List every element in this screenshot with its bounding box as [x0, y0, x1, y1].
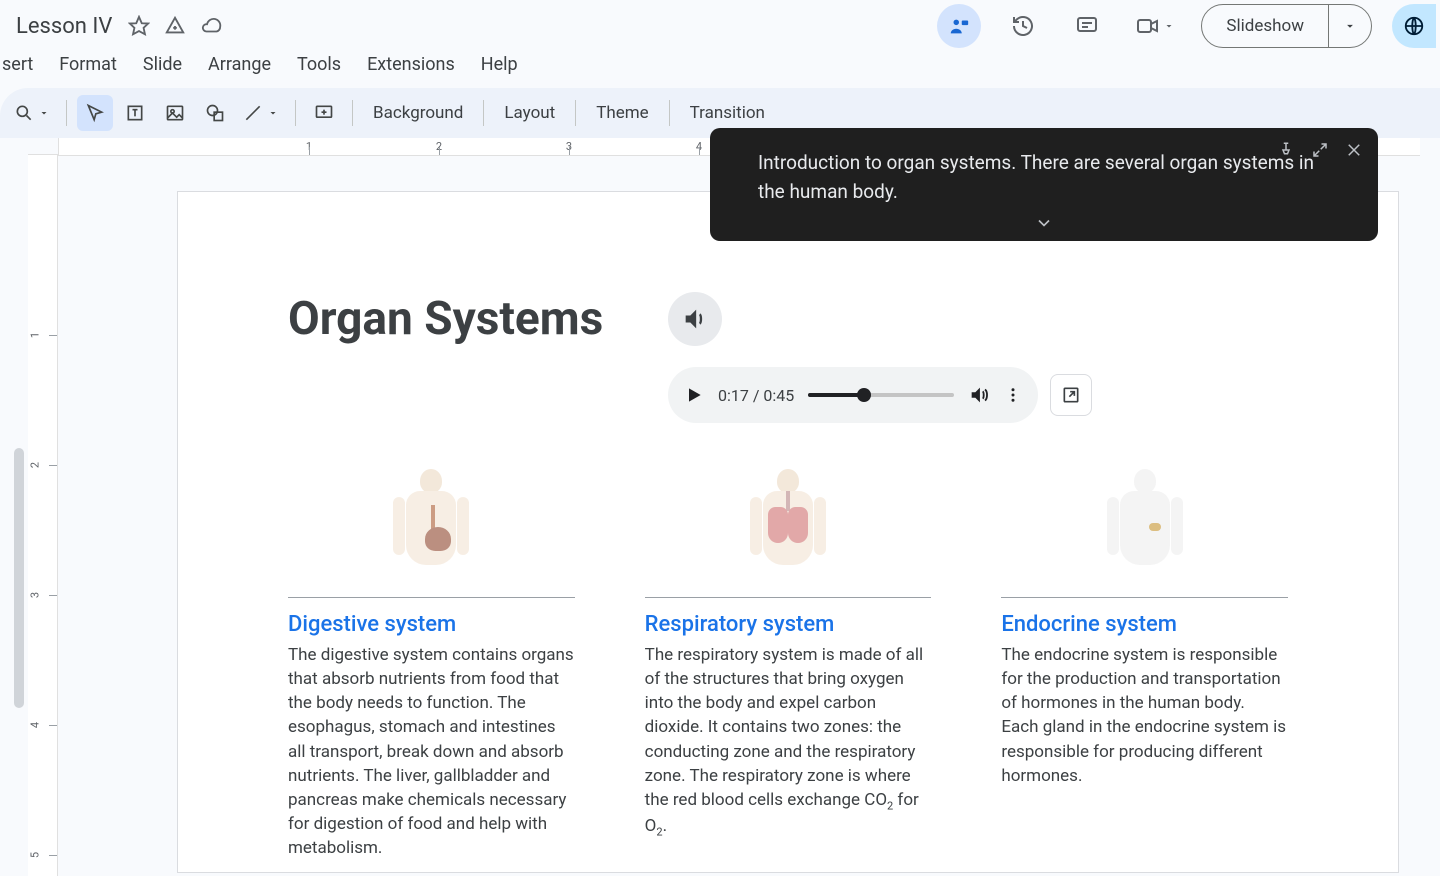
cloud-icon[interactable]	[200, 15, 222, 37]
slideshow-label[interactable]: Slideshow	[1202, 5, 1329, 47]
menu-tools[interactable]: Tools	[295, 50, 343, 79]
toolbar-separator	[295, 100, 296, 126]
audio-time: 0:17 / 0:45	[718, 386, 794, 405]
title-bar: Lesson IV Slideshow	[0, 0, 1440, 44]
column-heading: Digestive system	[288, 612, 575, 637]
zoom-tool[interactable]	[8, 95, 56, 131]
menu-extensions[interactable]: Extensions	[365, 50, 457, 79]
play-icon[interactable]	[684, 385, 704, 405]
columns: Digestive system The digestive system co…	[288, 470, 1288, 860]
ruler-mark: 1	[29, 332, 42, 338]
ruler-mark: 3	[29, 592, 42, 598]
menu-slide[interactable]: Slide	[141, 50, 184, 79]
slideshow-dropdown[interactable]	[1329, 5, 1371, 47]
close-icon[interactable]	[1344, 140, 1364, 160]
column-heading: Endocrine system	[1001, 612, 1288, 637]
line-tool[interactable]	[237, 95, 285, 131]
menu-help[interactable]: Help	[479, 50, 520, 79]
toolbar-separator	[483, 100, 484, 126]
history-icon[interactable]	[1001, 4, 1045, 48]
scrollbar-thumb[interactable]	[14, 448, 24, 708]
slide-title[interactable]: Organ Systems	[288, 292, 1288, 346]
menu-format[interactable]: Format	[57, 50, 119, 79]
column-heading: Respiratory system	[645, 612, 932, 637]
volume-icon[interactable]	[968, 384, 990, 406]
ruler-mark: 5	[29, 852, 42, 858]
more-icon[interactable]	[1004, 386, 1022, 404]
respiratory-image	[645, 470, 932, 598]
ruler-mark: 2	[29, 462, 42, 468]
menu-arrange[interactable]: Arrange	[206, 50, 273, 79]
popout-icon[interactable]	[1050, 374, 1092, 416]
audio-seek[interactable]	[808, 393, 954, 397]
star-icon[interactable]	[128, 15, 150, 37]
document-title[interactable]: Lesson IV	[10, 12, 118, 41]
chevron-down-icon[interactable]	[1034, 213, 1054, 233]
slideshow-button[interactable]: Slideshow	[1201, 4, 1372, 48]
toolbar-theme[interactable]: Theme	[586, 103, 658, 123]
endocrine-image	[1001, 470, 1288, 598]
comment-add-tool[interactable]	[306, 95, 342, 131]
title-icon-group	[128, 15, 222, 37]
presenter-icon[interactable]	[937, 4, 981, 48]
vertical-ruler[interactable]: 1 2 3 4 5	[28, 154, 58, 876]
caption-text: Introduction to organ systems. There are…	[758, 148, 1330, 207]
column-digestive[interactable]: Digestive system The digestive system co…	[288, 470, 575, 860]
menu-insert[interactable]: sert	[0, 50, 35, 79]
menu-bar: sert Format Slide Arrange Tools Extensio…	[0, 44, 1440, 88]
column-body: The digestive system contains organs tha…	[288, 643, 575, 860]
toolbar-separator	[575, 100, 576, 126]
digestive-image	[288, 470, 575, 598]
audio-chip-icon[interactable]	[668, 292, 722, 346]
expand-icon[interactable]	[1310, 140, 1330, 160]
toolbar-separator	[66, 100, 67, 126]
toolbar-separator	[352, 100, 353, 126]
toolbar-separator	[669, 100, 670, 126]
column-body: The endocrine system is responsible for …	[1001, 643, 1288, 788]
image-tool[interactable]	[157, 95, 193, 131]
ruler-mark: 4	[29, 722, 42, 728]
caption-overlay: Introduction to organ systems. There are…	[710, 128, 1378, 241]
header-right-cluster: Slideshow	[937, 4, 1430, 48]
move-icon[interactable]	[164, 15, 186, 37]
toolbar-layout[interactable]: Layout	[494, 103, 565, 123]
share-globe-icon[interactable]	[1392, 4, 1436, 48]
audio-player: 0:17 / 0:45	[668, 367, 1038, 423]
canvas-area[interactable]: Organ Systems 0:17 / 0:45	[58, 156, 1440, 876]
column-endocrine[interactable]: Endocrine system The endocrine system is…	[1001, 470, 1288, 860]
column-respiratory[interactable]: Respiratory system The respiratory syste…	[645, 470, 932, 860]
comments-icon[interactable]	[1065, 4, 1109, 48]
toolbar-transition[interactable]: Transition	[680, 103, 775, 123]
audio-row: 0:17 / 0:45	[668, 367, 1092, 423]
toolbar-background[interactable]: Background	[363, 103, 473, 123]
select-tool[interactable]	[77, 95, 113, 131]
slide[interactable]: Organ Systems 0:17 / 0:45	[178, 192, 1398, 872]
shape-tool[interactable]	[197, 95, 233, 131]
column-body: The respiratory system is made of all of…	[645, 643, 932, 840]
textbox-tool[interactable]	[117, 95, 153, 131]
workspace: 1 2 3 4 1 2 3 4 5 Organ Systems	[0, 138, 1440, 876]
pin-icon[interactable]	[1276, 140, 1296, 160]
meet-icon[interactable]	[1129, 4, 1181, 48]
